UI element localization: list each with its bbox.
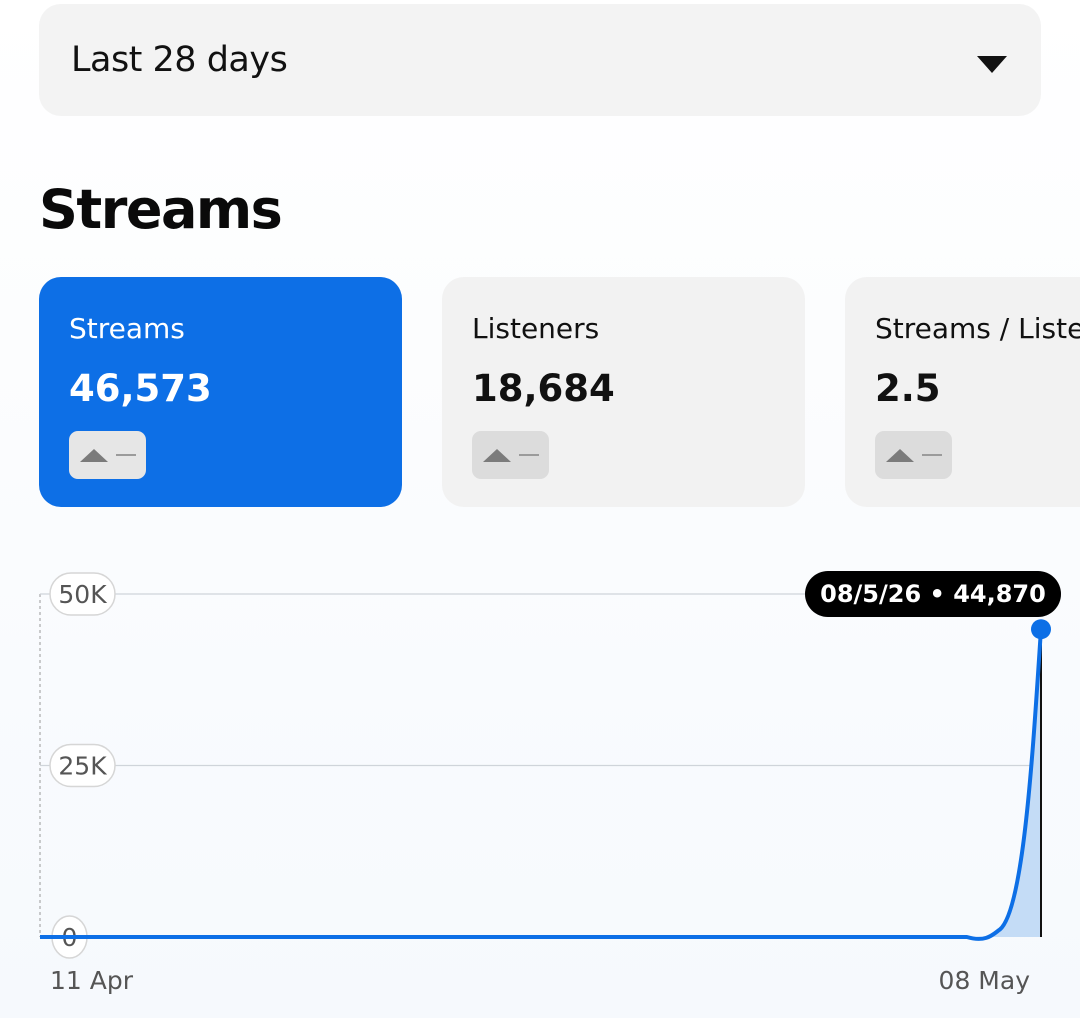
trend-up-icon	[482, 448, 511, 462]
trend-up-icon	[79, 448, 108, 462]
metric-label: Streams / Listener	[875, 312, 1080, 345]
x-tick-label: 08 May	[939, 966, 1031, 995]
metric-value: 2.5	[875, 367, 941, 410]
metric-card-streams[interactable]: Streams 46,573	[39, 277, 402, 507]
metric-label: Listeners	[472, 312, 600, 345]
trend-badge	[875, 431, 952, 479]
x-tick-label: 11 Apr	[50, 966, 134, 995]
y-tick-label: 25K	[58, 752, 107, 781]
metric-card-listeners[interactable]: Listeners 18,684	[442, 277, 805, 507]
metric-label: Streams	[69, 312, 185, 345]
trend-badge	[472, 431, 549, 479]
series-line	[40, 629, 1043, 941]
metric-cards: Streams 46,573 Listeners 18,684 Streams …	[0, 0, 1080, 520]
streams-chart[interactable]: 025K50K11 Apr 08 May08/5/26 • 44,870	[0, 540, 1080, 1010]
metric-card-streams-per-listener[interactable]: Streams / Listener 2.5	[845, 277, 1080, 507]
metric-value: 46,573	[69, 367, 212, 410]
tooltip-label: 08/5/26 • 44,870	[820, 580, 1046, 608]
highlight-point	[1031, 619, 1051, 640]
trend-badge	[69, 431, 146, 479]
dash-icon	[921, 454, 942, 456]
metric-value: 18,684	[472, 367, 615, 410]
dash-icon	[518, 454, 539, 456]
series-area	[40, 629, 1041, 939]
trend-up-icon	[885, 448, 914, 462]
y-tick-label: 50K	[58, 580, 107, 609]
dash-icon	[115, 454, 136, 456]
